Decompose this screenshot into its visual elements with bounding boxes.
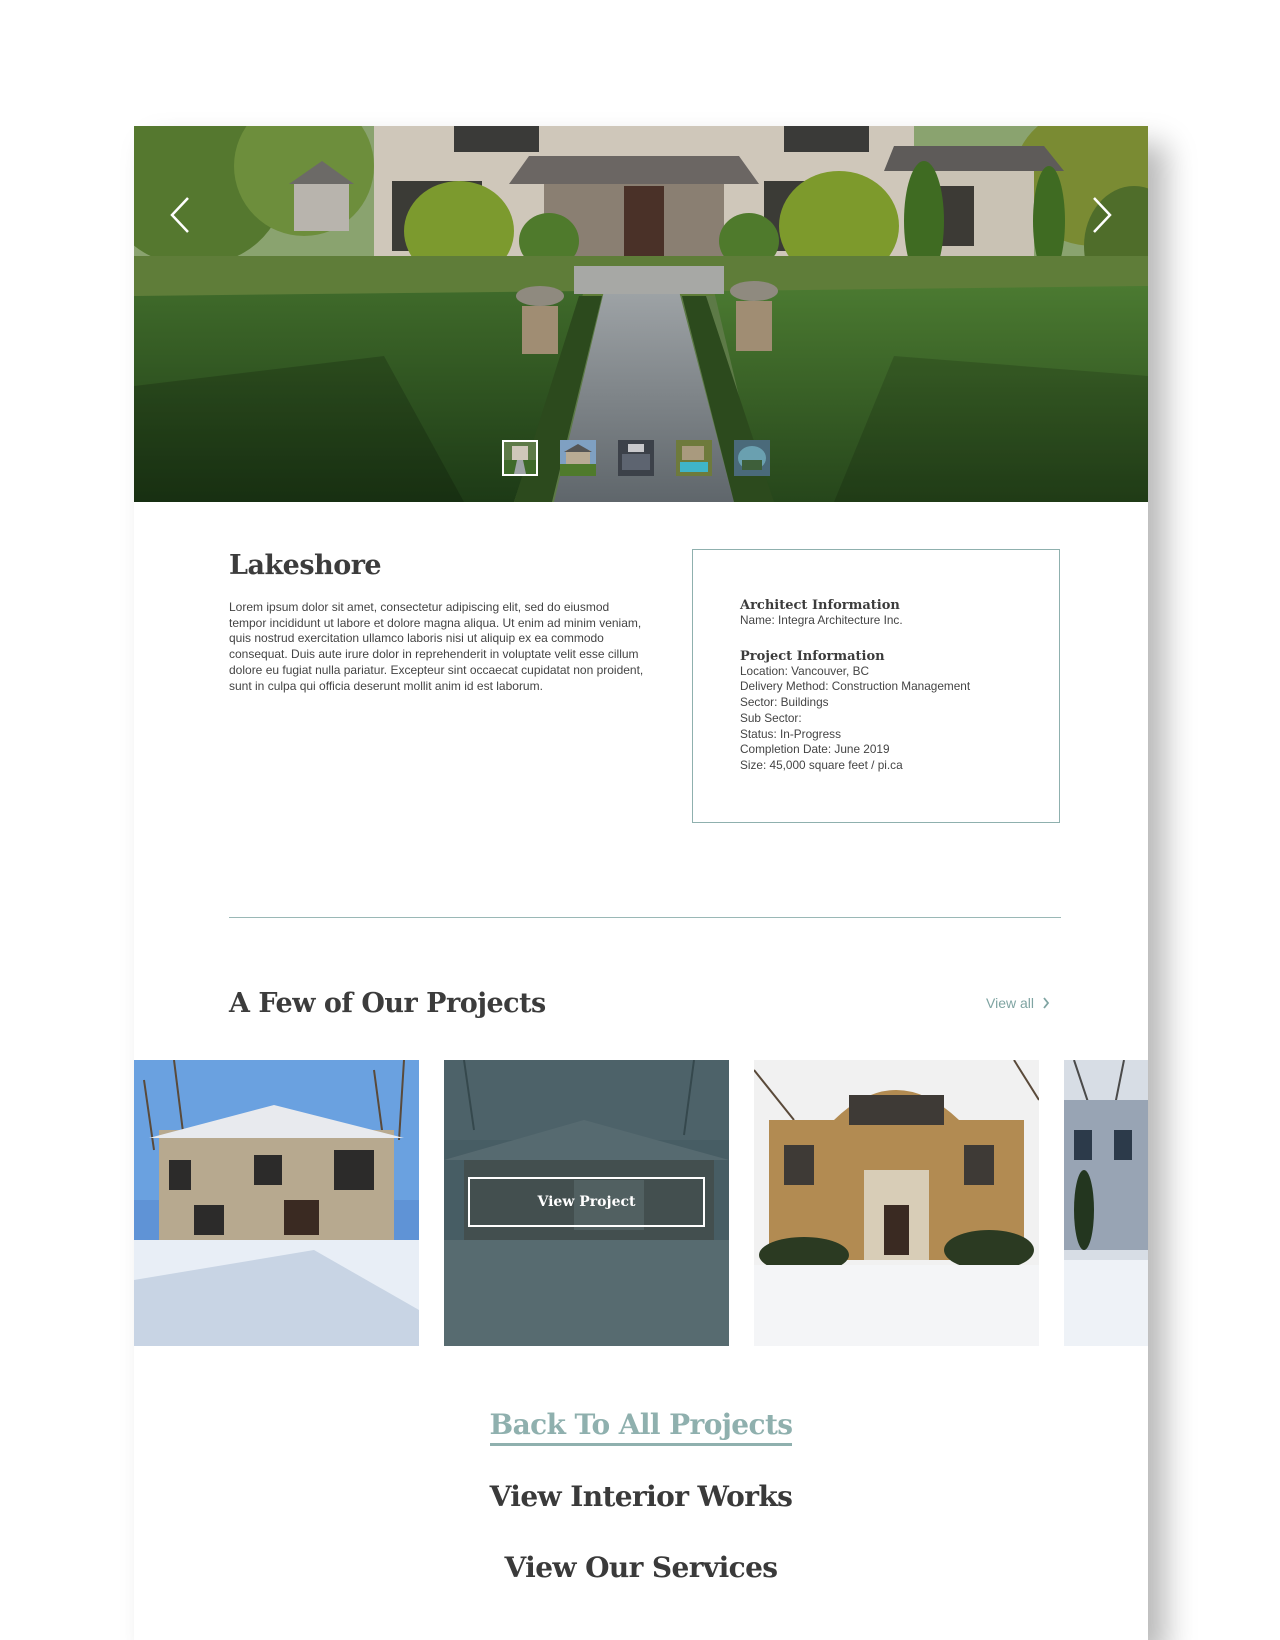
project-image [134,1060,419,1346]
architect-info-heading: Architect Information [740,598,900,613]
project-info-heading: Project Information [740,648,885,664]
info-sub-sector: Sub Sector: [740,710,802,725]
project-description: Lorem ipsum dolor sit amet, consectetur … [229,600,644,693]
info-completion-date: Completion Date: June 2019 [740,742,890,757]
thumbnail-4[interactable] [676,440,712,476]
view-our-services-link[interactable]: View Our Services [134,1551,1148,1584]
projects-carousel: View Project [134,1060,1148,1346]
project-title: Lakeshore [229,550,382,581]
project-card[interactable]: View Project [444,1060,729,1346]
view-all-label: View all [986,995,1034,1011]
carousel-prev-button[interactable] [162,190,198,240]
architect-name: Name: Integra Architecture Inc. [740,613,903,627]
project-info-box: Architect Information Name: Integra Arch… [692,549,1060,823]
carousel-thumbnails [502,440,770,476]
project-image [754,1060,1039,1346]
info-delivery-method: Delivery Method: Construction Management [740,679,971,694]
project-card[interactable] [754,1060,1039,1346]
project-card[interactable] [1064,1060,1148,1346]
project-card[interactable] [134,1060,419,1346]
view-interior-works-link[interactable]: View Interior Works [134,1480,1148,1513]
view-our-services-label: View Our Services [504,1551,779,1584]
project-page: Lakeshore Lorem ipsum dolor sit amet, co… [134,126,1148,1640]
hero-carousel [134,126,1148,502]
thumbnail-3[interactable] [618,440,654,476]
chevron-left-icon [170,197,189,233]
chevron-right-icon [1043,997,1050,1009]
project-image [1064,1060,1148,1346]
chevron-right-icon [1093,197,1112,233]
info-location: Location: Vancouver, BC [740,663,869,678]
section-divider [229,917,1061,918]
thumbnail-5[interactable] [734,440,770,476]
projects-heading: A Few of Our Projects [229,988,546,1019]
info-size: Size: 45,000 square feet / pi.ca [740,757,903,772]
info-status: Status: In-Progress [740,726,841,741]
view-project-button[interactable]: View Project [468,1177,705,1227]
info-sector: Sector: Buildings [740,695,829,710]
view-interior-works-label: View Interior Works [489,1480,793,1513]
back-to-projects-label: Back To All Projects [489,1408,793,1446]
thumbnail-2[interactable] [560,440,596,476]
thumbnail-1[interactable] [502,440,538,476]
view-all-link[interactable]: View all [986,995,1050,1011]
carousel-next-button[interactable] [1084,190,1120,240]
back-to-projects-link[interactable]: Back To All Projects [134,1408,1148,1446]
